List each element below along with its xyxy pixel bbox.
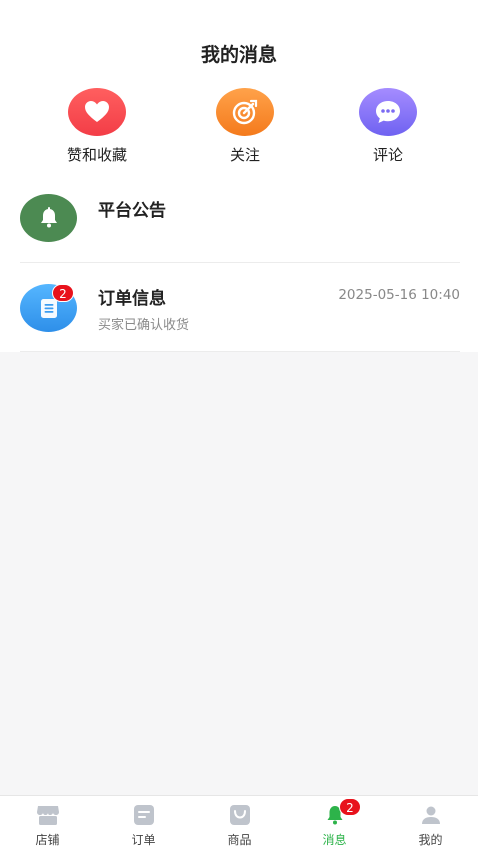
bell-icon xyxy=(20,194,77,242)
divider xyxy=(20,351,460,352)
page-title: 我的消息 xyxy=(200,44,277,66)
order-icon xyxy=(132,804,156,826)
platform-announcement-title: 平台公告 xyxy=(98,201,166,221)
tab-unread-badge: 2 xyxy=(339,798,361,816)
store-icon xyxy=(36,804,60,826)
comments-label: 评论 xyxy=(372,146,403,164)
messages-panel: 我的消息 赞和收藏 关注 评论 平台公告 2 订单信息 2025-05-16 1… xyxy=(0,0,478,352)
tab-orders-label: 订单 xyxy=(131,833,156,847)
follow-label: 关注 xyxy=(229,146,260,164)
tab-orders[interactable]: 订单 xyxy=(96,796,191,850)
chat-bubble-icon xyxy=(359,88,417,136)
message-preview: 买家已确认收货 xyxy=(98,318,190,333)
follow-button[interactable]: 关注 xyxy=(195,88,295,165)
tab-mine-label: 我的 xyxy=(418,833,443,847)
likes-and-favorites-button[interactable]: 赞和收藏 xyxy=(47,88,147,165)
unread-badge: 2 xyxy=(52,284,74,302)
platform-announcement-item[interactable]: 平台公告 xyxy=(20,190,460,262)
tab-products-label: 商品 xyxy=(227,833,252,847)
messages-page: 我的消息 赞和收藏 关注 评论 平台公告 2 订单信息 2025-05-16 1… xyxy=(0,0,478,850)
order-info-item[interactable]: 2 订单信息 2025-05-16 10:40 买家已确认收货 xyxy=(20,280,460,350)
bottom-tab-bar: 店铺 订单 商品 2 消息 我的 xyxy=(0,795,478,850)
tab-products[interactable]: 商品 xyxy=(192,796,287,850)
tab-store-label: 店铺 xyxy=(35,833,60,847)
target-icon xyxy=(216,88,274,136)
tab-mine[interactable]: 我的 xyxy=(383,796,478,850)
order-info-title: 订单信息 xyxy=(98,289,166,309)
heart-icon xyxy=(68,88,126,136)
person-icon xyxy=(419,804,443,826)
tab-messages-label: 消息 xyxy=(322,833,347,847)
tab-store[interactable]: 店铺 xyxy=(0,796,95,850)
comments-button[interactable]: 评论 xyxy=(338,88,438,165)
divider xyxy=(20,262,460,263)
bag-icon xyxy=(228,804,252,826)
likes-and-favorites-label: 赞和收藏 xyxy=(66,146,127,164)
tab-messages[interactable]: 2 消息 xyxy=(287,796,382,850)
message-timestamp: 2025-05-16 10:40 xyxy=(338,287,460,303)
